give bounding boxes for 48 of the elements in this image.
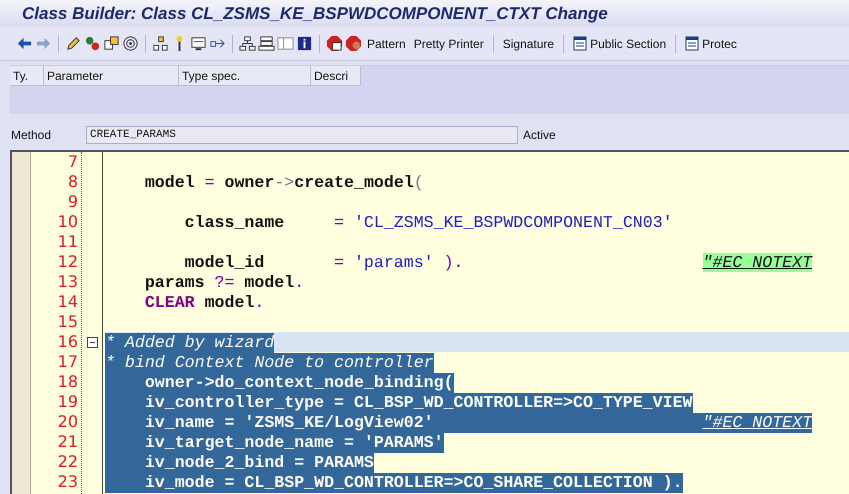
line-number: 16 — [56, 332, 79, 352]
collapse-icon[interactable] — [86, 336, 98, 348]
tree-icon[interactable] — [239, 34, 256, 52]
line-number: 15 — [56, 312, 79, 332]
pencil-icon[interactable] — [65, 34, 82, 52]
code-line: CLEAR model. — [144, 293, 264, 313]
toolbar-button[interactable]: Pretty Printer — [410, 34, 487, 52]
line-number: 12 — [56, 252, 79, 272]
toolbar-button[interactable]: Protec — [682, 34, 740, 53]
line-number: 20 — [56, 412, 79, 432]
document-icon — [573, 36, 588, 51]
column-header[interactable]: Type spec. — [179, 66, 311, 86]
code-line: class_name = 'CL_ZSMS_KE_BSPWDCOMPONENT_CN03' — [184, 213, 673, 233]
column-header[interactable]: Parameter — [44, 66, 179, 86]
info-icon[interactable] — [296, 34, 313, 52]
line-number: 17 — [56, 352, 79, 372]
code-line: model_id = 'params' ). "#EC NOTEXT — [184, 253, 812, 273]
toolbar-button[interactable]: Signature — [500, 34, 558, 52]
column-header[interactable]: Ty. — [10, 66, 44, 86]
stop-sign-icon[interactable] — [326, 34, 343, 52]
code-editor[interactable] — [10, 150, 849, 494]
line-number: 14 — [56, 292, 79, 312]
hierarchy-icon[interactable] — [152, 34, 169, 52]
toolbar-button[interactable]: Public Section — [570, 34, 670, 53]
stack-icon[interactable] — [258, 34, 275, 52]
line-number: 19 — [56, 392, 79, 412]
window-title: Class Builder: Class CL_ZSMS_KE_BSPWDCOMPONENT_CTXT Change — [0, 0, 849, 27]
windows-icon[interactable] — [103, 34, 120, 52]
code-line: params ?= model. — [144, 273, 304, 293]
line-number: 23 — [56, 472, 79, 492]
monitor-icon[interactable] — [190, 34, 207, 52]
line-number: 8 — [66, 172, 79, 192]
status-text: Active — [523, 128, 556, 142]
code-line: model = owner->create_model( — [144, 173, 424, 193]
method-label: Method — [11, 128, 52, 142]
circles-icon[interactable] — [84, 34, 101, 52]
line-number: 22 — [56, 452, 79, 472]
line-number: 10 — [56, 212, 79, 232]
line-number: 18 — [56, 372, 79, 392]
line-number: 21 — [56, 432, 79, 452]
line-number: 13 — [56, 272, 79, 292]
toolbar-button[interactable]: Pattern — [364, 34, 409, 52]
document-icon — [685, 36, 700, 51]
line-number: 11 — [56, 232, 79, 252]
line-number: 7 — [66, 152, 79, 172]
method-field[interactable]: CREATE_PARAMS — [86, 126, 518, 144]
line-number: 9 — [66, 192, 79, 212]
column-header[interactable]: Descri — [311, 66, 361, 86]
